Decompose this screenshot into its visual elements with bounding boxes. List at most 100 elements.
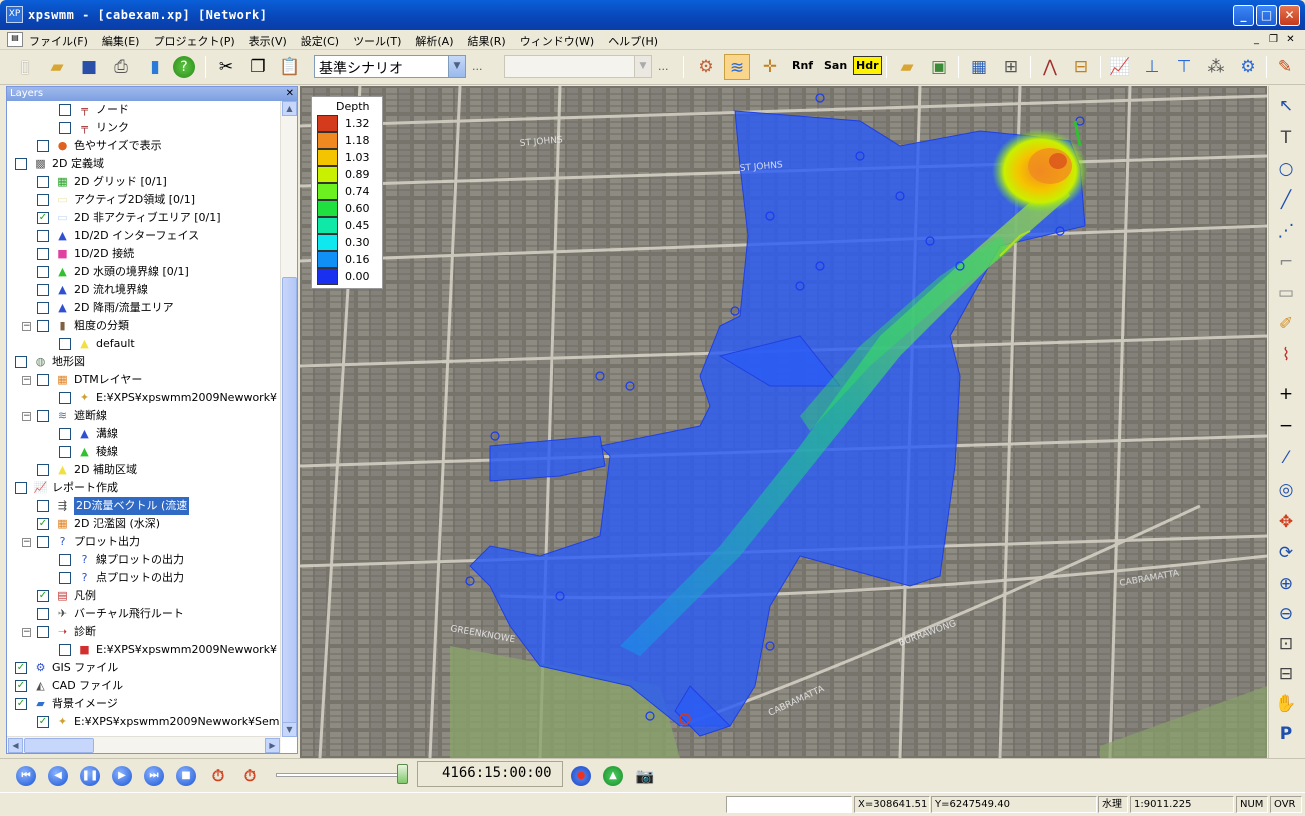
layer-checkbox[interactable]	[59, 122, 71, 134]
pipe-icon[interactable]: ⊟	[1068, 54, 1094, 80]
network-icon[interactable]: ⋀	[1037, 54, 1063, 80]
zoom-plus-icon[interactable]: +	[1273, 382, 1299, 406]
layer-row[interactable]: ▭ アクティブ2D領域 [0/1]	[9, 191, 281, 209]
layer-row[interactable]: ? 点プロットの出力	[9, 569, 281, 587]
time-slider[interactable]	[276, 773, 406, 777]
play-icon[interactable]: ▶	[112, 766, 132, 786]
stop-icon[interactable]: ■	[176, 766, 196, 786]
layer-checkbox[interactable]	[37, 464, 49, 476]
layer-checkbox[interactable]	[37, 302, 49, 314]
layer-checkbox[interactable]	[15, 356, 27, 368]
layer-row[interactable]: −📈レポート作成	[9, 479, 281, 497]
record-icon[interactable]: ●	[571, 766, 591, 786]
layer-row[interactable]: ■ 1D/2D 接続	[9, 245, 281, 263]
layer-checkbox[interactable]	[37, 536, 49, 548]
layer-row[interactable]: ✓ ▭ 2D 非アクティブエリア [0/1]	[9, 209, 281, 227]
layer-row[interactable]: ✓ ⚙ GIS ファイル	[9, 659, 281, 677]
menu-item[interactable]: ツール(T)	[353, 33, 401, 49]
layer-checkbox[interactable]: ✓	[15, 662, 27, 674]
cut-icon[interactable]: ✂	[213, 54, 239, 80]
graph-tool-icon[interactable]: ⌇	[1273, 343, 1299, 367]
minimize-button[interactable]: _	[1233, 5, 1254, 26]
layer-row[interactable]: ✦ E:¥XPS¥xpswmm2009Newwork¥	[9, 389, 281, 407]
pause-icon[interactable]: ❚❚	[80, 766, 100, 786]
tools-icon[interactable]: ⚙	[693, 54, 719, 80]
collapse-icon[interactable]: −	[22, 412, 31, 421]
collapse-icon[interactable]: −	[22, 538, 31, 547]
paste-icon[interactable]: 📋	[277, 54, 303, 80]
all-line-icon[interactable]: ⁄	[1273, 446, 1299, 470]
layer-checkbox[interactable]	[37, 248, 49, 260]
layer-checkbox[interactable]: ✓	[37, 212, 49, 224]
open-folder-icon[interactable]: ▰	[44, 54, 70, 80]
layer-checkbox[interactable]	[59, 644, 71, 656]
menu-item[interactable]: 解析(A)	[415, 33, 453, 49]
property-p-icon[interactable]: P	[1273, 722, 1299, 746]
layer-checkbox[interactable]: ✓	[37, 716, 49, 728]
scroll-thumb[interactable]	[282, 277, 297, 737]
line-tool-icon[interactable]: ╱	[1273, 188, 1299, 212]
polyline-icon[interactable]: ⌐	[1273, 250, 1299, 274]
layer-row[interactable]: ⇶ 2D流量ベクトル (流速	[9, 497, 281, 515]
collapse-icon[interactable]: −	[22, 628, 31, 637]
copy-icon[interactable]: ❐	[245, 54, 271, 80]
map-canvas[interactable]: ST JOHNS ST JOHNS CABRAMATTA CABRAMATTA …	[300, 86, 1267, 758]
zoom-out-icon[interactable]: ⊖	[1273, 602, 1299, 626]
scroll-left-icon[interactable]: ◀	[8, 738, 23, 753]
skip-end-icon[interactable]: ⏭	[144, 766, 164, 786]
collapse-icon[interactable]: −	[22, 376, 31, 385]
collapse-icon[interactable]: −	[22, 322, 31, 331]
layer-row[interactable]: −✓▰背景イメージ	[9, 695, 281, 713]
layer-checkbox[interactable]	[59, 446, 71, 458]
time-slider-thumb[interactable]	[397, 764, 408, 784]
layer-checkbox[interactable]	[59, 572, 71, 584]
chevron-down-icon[interactable]: ▼	[634, 56, 651, 77]
crosshair-icon[interactable]: ✛	[757, 54, 783, 80]
scenario-select[interactable]: 基準シナリオ ▼	[314, 55, 466, 78]
all-node-icon[interactable]: ◎	[1273, 478, 1299, 502]
print-icon[interactable]: ⎙	[108, 54, 134, 80]
book-icon[interactable]: ▮	[142, 54, 168, 80]
properties-icon[interactable]: ⊞	[998, 54, 1024, 80]
circle-tool-icon[interactable]: ○	[1273, 157, 1299, 181]
layer-row[interactable]: ╤ リンク	[9, 119, 281, 137]
select-arrow-icon[interactable]: ↖	[1273, 94, 1299, 118]
hscroll-thumb[interactable]	[24, 738, 94, 753]
layer-row[interactable]: −? プロット出力	[9, 533, 281, 551]
layer-row[interactable]: ▲ 2D 補助区域	[9, 461, 281, 479]
menu-item[interactable]: 編集(E)	[102, 33, 140, 49]
layer-row[interactable]: − ➝ 診断	[9, 623, 281, 641]
table-icon[interactable]: ▦	[966, 54, 992, 80]
layer-row[interactable]: ✈ バーチャル飛行ルート	[9, 605, 281, 623]
layer-row[interactable]: ▲ 稜線	[9, 443, 281, 461]
new-file-icon[interactable]: ▯	[12, 54, 38, 80]
layer-row[interactable]: ▲ 1D/2D インターフェイス	[9, 227, 281, 245]
layer-checkbox[interactable]: ✓	[37, 518, 49, 530]
image-icon[interactable]: ▣	[926, 54, 952, 80]
layer-checkbox[interactable]	[37, 284, 49, 296]
layer-checkbox[interactable]	[37, 500, 49, 512]
layer-checkbox[interactable]	[59, 428, 71, 440]
layer-row[interactable]: − ▮ 粗度の分類	[9, 317, 281, 335]
text-tool-icon[interactable]: T	[1273, 126, 1299, 150]
layer-row[interactable]: ╤ ノード	[9, 101, 281, 119]
menu-item[interactable]: 結果(R)	[467, 33, 505, 49]
layer-row[interactable]: ✓ ▦ 2D 氾濫図 (水深)	[9, 515, 281, 533]
layer-checkbox[interactable]	[37, 608, 49, 620]
layer-checkbox[interactable]	[37, 626, 49, 638]
menu-item[interactable]: 表示(V)	[249, 33, 287, 49]
layer-checkbox[interactable]: ✓	[15, 698, 27, 710]
layer-row[interactable]: +✓◭CAD ファイル	[9, 677, 281, 695]
layer-row[interactable]: − ▦ DTMレイヤー	[9, 371, 281, 389]
timer-icon[interactable]: ⏱	[240, 766, 260, 786]
menu-item[interactable]: プロジェクト(P)	[153, 33, 234, 49]
layer-checkbox[interactable]	[37, 320, 49, 332]
layer-checkbox[interactable]	[15, 482, 27, 494]
secondary-select[interactable]: ▼	[504, 55, 652, 78]
layer-checkbox[interactable]	[37, 410, 49, 422]
sanitary-button[interactable]: San	[824, 59, 847, 72]
layer-row[interactable]: ▲ default	[9, 335, 281, 353]
layer-row[interactable]: − ≋ 遮断線	[9, 407, 281, 425]
layer-checkbox[interactable]	[37, 374, 49, 386]
ruler-icon[interactable]: ✐	[1273, 312, 1299, 336]
